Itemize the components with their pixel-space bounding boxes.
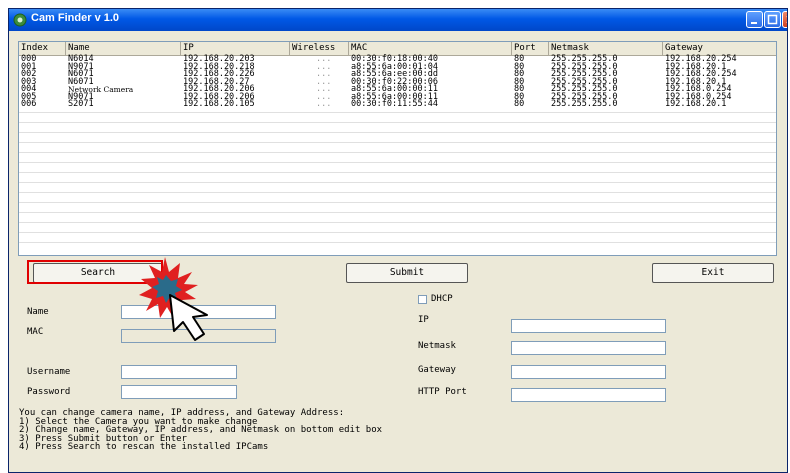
cell-wireless: ... [316, 99, 332, 109]
grid-line [19, 152, 776, 153]
grid-line [19, 182, 776, 183]
grid-line [19, 122, 776, 123]
grid-line [19, 212, 776, 213]
password-field[interactable] [121, 385, 237, 399]
grid-line [19, 162, 776, 163]
cursor-arrow-icon [169, 294, 208, 341]
maximize-button[interactable] [764, 11, 781, 28]
cell-name: S2071 [68, 99, 94, 109]
cell-port: 80 [514, 99, 525, 109]
minimize-icon [751, 22, 757, 24]
title-bar: Cam Finder v 1.0 [9, 9, 787, 31]
instruction-line: 4) Press Search to rescan the installed … [19, 442, 269, 453]
grid-line [19, 112, 776, 113]
http-port-label: HTTP Port [418, 387, 467, 397]
instructions-text: You can change camera name, IP address, … [19, 409, 382, 452]
camera-list[interactable]: Index Name IP Wireless MAC Port Netmask … [18, 41, 777, 256]
dhcp-label: DHCP [431, 294, 453, 304]
maximize-icon [767, 14, 778, 25]
gateway-field[interactable] [511, 365, 666, 379]
minimize-button[interactable] [746, 11, 763, 28]
ip-label: IP [418, 315, 429, 325]
cell-mac: 00:30:f0:11:55:44 [351, 99, 438, 109]
ip-field[interactable] [511, 319, 666, 333]
password-label: Password [27, 387, 71, 397]
grid-line [19, 202, 776, 203]
grid-line [19, 192, 776, 193]
grid-line [19, 222, 776, 223]
cell-ip: 192.168.20.105 [183, 99, 255, 109]
mac-label: MAC [27, 327, 44, 337]
click-burst-icon [139, 257, 208, 341]
window-title: Cam Finder v 1.0 [31, 12, 120, 24]
netmask-label: Netmask [418, 341, 456, 351]
username-field[interactable] [121, 365, 237, 379]
close-icon [786, 16, 787, 23]
gateway-label: Gateway [418, 365, 456, 375]
dhcp-checkbox[interactable] [418, 295, 427, 304]
exit-button[interactable]: Exit [652, 263, 774, 283]
grid-line [19, 232, 776, 233]
grid-line [19, 172, 776, 173]
http-port-field[interactable] [511, 388, 666, 402]
cell-netmask: 255.255.255.0 [551, 99, 618, 109]
table-row[interactable]: 006 S2071 192.168.20.105 ... 00:30:f0:11… [19, 99, 776, 109]
cell-gateway: 192.168.20.1 [665, 99, 727, 109]
grid-line [19, 142, 776, 143]
name-label: Name [27, 307, 49, 317]
netmask-field[interactable] [511, 341, 666, 355]
username-label: Username [27, 367, 71, 377]
grid-line [19, 242, 776, 243]
cam-finder-window: Cam Finder v 1.0 Index Name IP Wireless … [8, 8, 788, 473]
app-camera-icon [13, 13, 27, 27]
close-button[interactable] [782, 11, 787, 28]
grid-line [19, 132, 776, 133]
submit-button[interactable]: Submit [346, 263, 468, 283]
cell-index: 006 [21, 99, 37, 109]
